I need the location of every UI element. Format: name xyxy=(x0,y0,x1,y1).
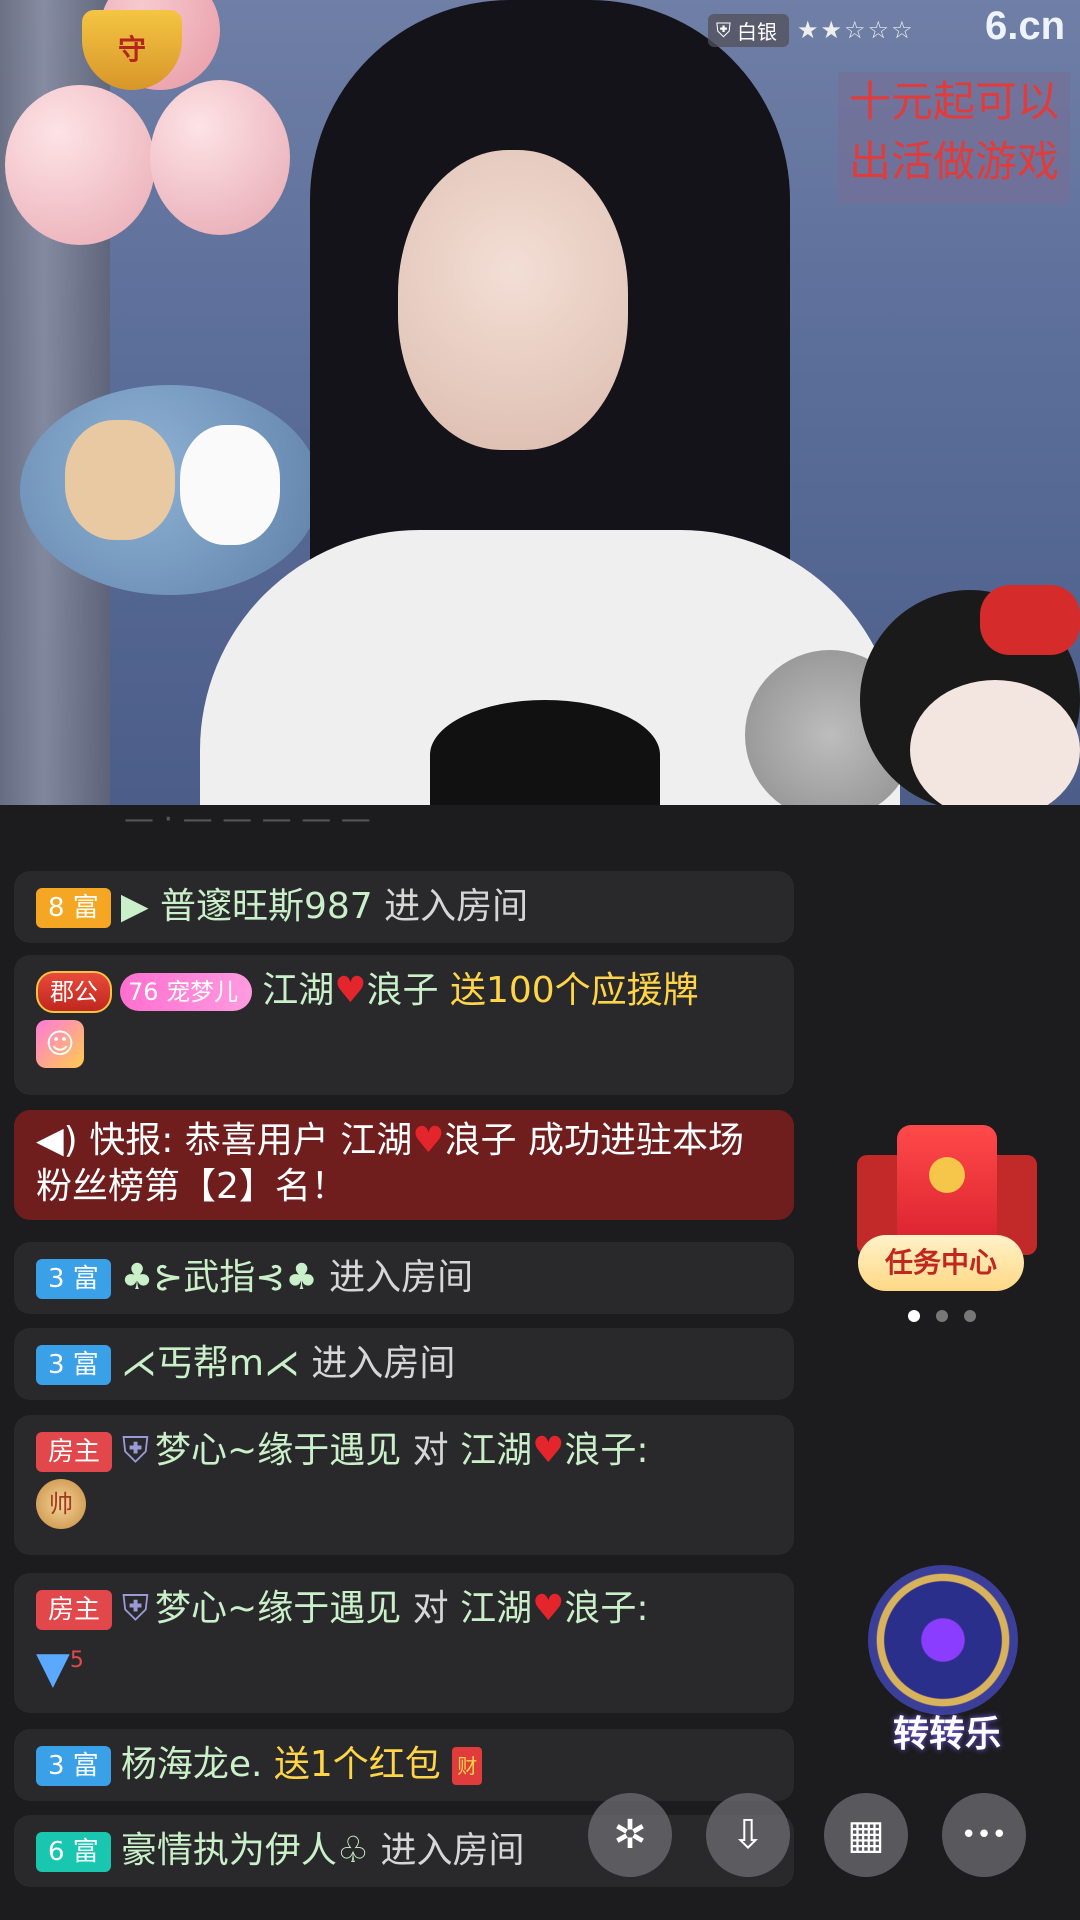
bear-figure xyxy=(65,420,175,540)
username[interactable]: ♣⊱武指⊰♣ xyxy=(121,1257,318,1298)
apps-button[interactable]: ▦ xyxy=(824,1793,908,1877)
share-icon: ✲ xyxy=(613,1812,647,1858)
level-number: 5 xyxy=(69,1648,84,1673)
connector-text: 对 xyxy=(412,1588,449,1629)
streamer-rank[interactable]: ⛨ 白银 ★★☆☆☆ xyxy=(708,12,915,48)
username[interactable]: 梦心~缘于遇见 xyxy=(155,1588,401,1629)
chat-list[interactable]: — · — — — — — 8 富 ▶ 普邃旺斯987 进入房间 郡公 76 宠梦儿… xyxy=(14,805,794,1920)
alert-prefix: 快报: xyxy=(89,1120,174,1161)
wheel-label: 转转乐 xyxy=(892,1714,1001,1755)
gift-text: 送1个红包 xyxy=(273,1744,441,1785)
host-badge: 房主 xyxy=(36,1590,113,1630)
rank-emblem-icon: ⛨ xyxy=(122,1430,150,1471)
rank-label: 白银 xyxy=(737,19,777,44)
speaker-icon: ◀) xyxy=(36,1120,78,1161)
bottom-toolbar: ✲ ⇩ ▦ ••• xyxy=(588,1793,1026,1877)
wealth-level-badge: 3 富 xyxy=(36,1259,111,1299)
rank-shield-icon: ⛨ xyxy=(716,18,731,42)
download-button[interactable]: ⇩ xyxy=(706,1793,790,1877)
wealth-level-badge: 6 富 xyxy=(36,1832,111,1872)
fan-badge-name: 宠梦儿 xyxy=(166,978,239,1006)
username[interactable]: 普邃旺斯987 xyxy=(160,886,373,927)
action-text: 进入房间 xyxy=(329,1257,474,1298)
username-part: 江湖 xyxy=(262,970,335,1011)
wealth-level-badge: 3 富 xyxy=(36,1746,111,1786)
action-text: 进入房间 xyxy=(380,1830,525,1871)
heart-icon: ♥ xyxy=(532,1430,565,1471)
task-center-widget[interactable]: 任务中心 xyxy=(852,1125,1037,1295)
carousel-dot[interactable] xyxy=(964,1310,976,1322)
username[interactable]: ⋌丐帮m⋌ xyxy=(121,1343,300,1384)
action-text: 进入房间 xyxy=(384,886,529,927)
promo-line-2: 出活做游戏 xyxy=(848,137,1059,186)
chat-message[interactable]: 房主 ⛨ 梦心~缘于遇见 对 江湖♥浪子: ▼5 xyxy=(14,1573,794,1713)
action-text: 进入房间 xyxy=(311,1343,456,1384)
lucky-wheel-widget[interactable]: 转转乐 xyxy=(862,1565,1022,1755)
promo-line-1: 十元起可以 xyxy=(848,77,1059,126)
faded-message: — · — — — — — xyxy=(124,805,371,837)
chat-message[interactable]: 8 富 ▶ 普邃旺斯987 进入房间 xyxy=(14,871,794,943)
chat-message[interactable]: 3 富 ♣⊱武指⊰♣ 进入房间 xyxy=(14,1242,794,1314)
coin-icon xyxy=(929,1157,965,1193)
red-packet-icon: 财 xyxy=(452,1747,483,1785)
gift-text: 送100个应援牌 xyxy=(449,970,699,1011)
promo-overlay: 十元起可以 出活做游戏 xyxy=(838,72,1070,204)
chess-token-icon: 帅 xyxy=(36,1479,86,1529)
alert-text: 浪子 成功进驻本场 xyxy=(444,1120,744,1161)
username[interactable]: 杨海龙e. xyxy=(121,1744,263,1785)
rank-chip: ⛨ 白银 xyxy=(708,13,789,47)
chat-message[interactable]: 3 富杨海龙e. 送1个红包 财 xyxy=(14,1729,794,1801)
more-icon: ••• xyxy=(960,1820,1007,1850)
streamer-top xyxy=(430,700,660,805)
username[interactable]: 江湖♥浪子 xyxy=(262,970,438,1011)
noble-badge: 郡公 xyxy=(36,971,112,1013)
grid-icon: ▦ xyxy=(847,1812,885,1858)
streamer-face xyxy=(398,150,628,450)
more-button[interactable]: ••• xyxy=(942,1793,1026,1877)
site-logo: 6.cn xyxy=(985,4,1066,48)
username[interactable]: 豪情执为伊人♧ xyxy=(121,1830,369,1871)
connector-text: 对 xyxy=(412,1430,449,1471)
heart-icon: ♥ xyxy=(532,1588,565,1629)
alert-text: 粉丝榜第【2】名！ xyxy=(36,1166,347,1207)
wheel-orb-icon xyxy=(868,1565,1018,1715)
balloon xyxy=(5,85,155,245)
announcement-message[interactable]: ◀) 快报: 恭喜用户 江湖♥浪子 成功进驻本场 粉丝榜第【2】名！ xyxy=(14,1110,794,1220)
plush-bow xyxy=(980,585,1080,655)
chat-message[interactable]: 房主 ⛨ 梦心~缘于遇见 对 江湖♥浪子: 帅 xyxy=(14,1415,794,1555)
chat-message[interactable]: 3 富 ⋌丐帮m⋌ 进入房间 xyxy=(14,1328,794,1400)
live-video[interactable]: 守 ⛨ 白银 ★★☆☆☆ 6.cn 十元起可以 出活做游戏 xyxy=(0,0,1080,805)
carousel-dot[interactable] xyxy=(936,1310,948,1322)
bunny-figure xyxy=(180,425,280,545)
username-part: 江湖 xyxy=(460,1430,533,1471)
download-icon: ⇩ xyxy=(731,1812,765,1858)
username-part: 浪子 xyxy=(366,970,439,1011)
target-username[interactable]: 江湖♥浪子: xyxy=(460,1430,648,1471)
chat-message[interactable]: 郡公 76 宠梦儿 江湖♥浪子 送100个应援牌 ☺ xyxy=(14,955,794,1095)
username-part: 江湖 xyxy=(460,1588,533,1629)
wealth-level-badge: 3 富 xyxy=(36,1345,111,1385)
task-center-label: 任务中心 xyxy=(858,1235,1024,1291)
share-button[interactable]: ✲ xyxy=(588,1793,672,1877)
heart-icon: ♥ xyxy=(334,970,367,1011)
level-chevron-icon: ▼5 xyxy=(36,1642,84,1694)
fan-badge: 76 宠梦儿 xyxy=(120,973,253,1011)
balloon xyxy=(150,80,290,235)
rank-emblem-icon: ⛨ xyxy=(122,1588,150,1629)
alert-text: 恭喜用户 江湖 xyxy=(184,1120,413,1161)
carousel-dot-active[interactable] xyxy=(908,1310,920,1322)
wealth-level-badge: 8 富 xyxy=(36,888,111,928)
fan-badge-level: 76 xyxy=(128,978,159,1006)
carousel-dots[interactable] xyxy=(908,1310,976,1322)
gift-emoji-icon: ☺ xyxy=(36,1020,84,1068)
heart-icon: ♥ xyxy=(412,1120,445,1161)
username[interactable]: 梦心~缘于遇见 xyxy=(155,1430,401,1471)
username-part: 浪子: xyxy=(564,1430,649,1471)
host-badge: 房主 xyxy=(36,1432,113,1472)
username-part: 浪子: xyxy=(564,1588,649,1629)
rank-stars: ★★☆☆☆ xyxy=(797,16,915,44)
target-username[interactable]: 江湖♥浪子: xyxy=(460,1588,648,1629)
message-prefix-icon: ▶ xyxy=(120,886,149,927)
